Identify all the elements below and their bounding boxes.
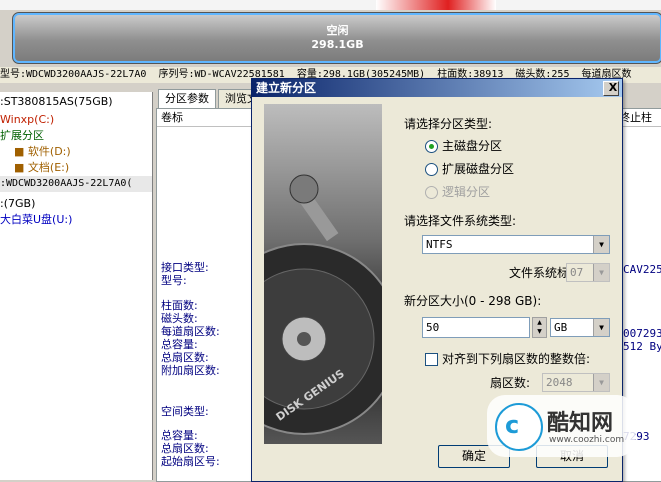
label-total-capacity: 总容量: bbox=[161, 338, 198, 351]
align-label[interactable]: 对齐到下列扇区数的整数倍: bbox=[442, 350, 590, 367]
tree-item-disk0[interactable]: :ST380815AS(75GB) bbox=[0, 94, 113, 110]
brand-banner bbox=[376, 0, 496, 10]
fs-type-select[interactable]: NTFS ▼ bbox=[422, 235, 610, 254]
fs-type-label: 请选择文件系统类型: bbox=[404, 214, 517, 228]
tree-item-software[interactable]: ■ 软件(D:) bbox=[14, 144, 71, 160]
chevron-down-icon[interactable]: ▼ bbox=[593, 264, 609, 281]
disk-tree: :ST380815AS(75GB) Winxp(C:) 扩展分区 ■ 软件(D:… bbox=[0, 92, 153, 480]
radio-logical[interactable] bbox=[425, 186, 438, 199]
radio-extended-label[interactable]: 扩展磁盘分区 bbox=[442, 160, 514, 177]
tree-item-extended[interactable]: 扩展分区 bbox=[0, 128, 44, 144]
chevron-down-icon[interactable]: ▼ bbox=[593, 236, 609, 253]
sector-count-select[interactable]: 2048 ▼ bbox=[542, 373, 610, 392]
tree-item-disk1[interactable]: :WDCWD3200AAJS-22L7A0( bbox=[0, 176, 152, 192]
chevron-down-icon[interactable]: ▼ bbox=[593, 319, 609, 336]
label-sectors-per-track: 每道扇区数: bbox=[161, 325, 220, 338]
disk-model: 型号:WDCWD3200AAJS-22L7A0 bbox=[0, 69, 147, 80]
tree-item-free[interactable]: :(7GB) bbox=[0, 196, 35, 212]
folder-icon: ■ bbox=[14, 161, 25, 174]
label-model: 型号: bbox=[161, 274, 187, 287]
close-icon: X bbox=[608, 81, 618, 94]
col-header-end: 终止柱 bbox=[619, 111, 652, 124]
tab-partition-params[interactable]: 分区参数 bbox=[158, 89, 216, 108]
value-model-suffix: CAV2258 bbox=[623, 263, 661, 276]
close-button[interactable]: X bbox=[603, 81, 619, 96]
watermark: c 酷知网 www.coozhi.com bbox=[487, 395, 635, 457]
partition-size-label: 新分区大小(0 - 298 GB): bbox=[404, 294, 542, 308]
radio-extended[interactable] bbox=[425, 163, 438, 176]
label-sectors-2: 总扇区数: bbox=[161, 442, 209, 455]
watermark-url: www.coozhi.com bbox=[549, 435, 625, 445]
label-start-sector: 起始扇区号: bbox=[161, 455, 220, 468]
folder-icon: ■ bbox=[14, 145, 25, 158]
chevron-down-icon[interactable]: ▼ bbox=[593, 374, 609, 391]
label-extra-sectors: 附加扇区数: bbox=[161, 364, 220, 377]
disk-illustration: DISK GENIUS bbox=[264, 104, 382, 444]
hard-disk-icon: DISK GENIUS bbox=[264, 174, 382, 435]
label-interface: 接口类型: bbox=[161, 261, 209, 274]
partition-size-input[interactable]: 50 bbox=[422, 317, 530, 338]
label-heads: 磁头数: bbox=[161, 312, 198, 325]
dialog-titlebar[interactable]: 建立新分区 X bbox=[252, 79, 622, 97]
coozhi-logo-icon: c bbox=[495, 403, 543, 451]
top-strip bbox=[0, 0, 661, 10]
disk-bar-size: 298.1GB bbox=[311, 38, 364, 51]
tree-item-winxp[interactable]: Winxp(C:) bbox=[0, 112, 54, 128]
col-header-label: 卷标 bbox=[161, 111, 183, 124]
align-checkbox[interactable] bbox=[425, 353, 438, 366]
size-spinner[interactable]: ▲ ▼ bbox=[532, 317, 547, 338]
label-cylinders: 柱面数: bbox=[161, 299, 198, 312]
radio-primary-label[interactable]: 主磁盘分区 bbox=[442, 137, 502, 154]
partition-type-label: 请选择分区类型: bbox=[404, 117, 493, 131]
label-space-type: 空间类型: bbox=[161, 405, 209, 418]
tree-item-docs[interactable]: ■ 文档(E:) bbox=[14, 160, 69, 176]
value-sectors-suffix: 0072937 bbox=[623, 327, 661, 340]
watermark-name: 酷知网 bbox=[547, 411, 614, 436]
label-capacity-2: 总容量: bbox=[161, 429, 198, 442]
sector-count-label: 扇区数: bbox=[490, 376, 531, 390]
sector-count-value: 2048 bbox=[546, 376, 573, 389]
disk-space-bar[interactable]: 空闲 298.1GB bbox=[12, 12, 661, 64]
size-unit-value: GB bbox=[554, 321, 568, 334]
label-total-sectors: 总扇区数: bbox=[161, 351, 209, 364]
disk-bar-label: 空闲 bbox=[326, 24, 349, 37]
fs-id-value: 07 bbox=[570, 266, 584, 279]
partition-size-value: 50 bbox=[426, 321, 440, 334]
fs-type-value: NTFS bbox=[426, 238, 453, 251]
radio-logical-label: 逻辑分区 bbox=[442, 185, 491, 199]
radio-primary[interactable] bbox=[425, 140, 438, 153]
fs-id-select[interactable]: 07 ▼ bbox=[566, 263, 610, 282]
value-bytes-suffix: 512 By bbox=[623, 340, 661, 353]
size-unit-select[interactable]: GB ▼ bbox=[550, 318, 610, 337]
dialog-title: 建立新分区 bbox=[256, 81, 317, 95]
tree-item-usb[interactable]: 大白菜U盘(U:) bbox=[0, 212, 72, 228]
